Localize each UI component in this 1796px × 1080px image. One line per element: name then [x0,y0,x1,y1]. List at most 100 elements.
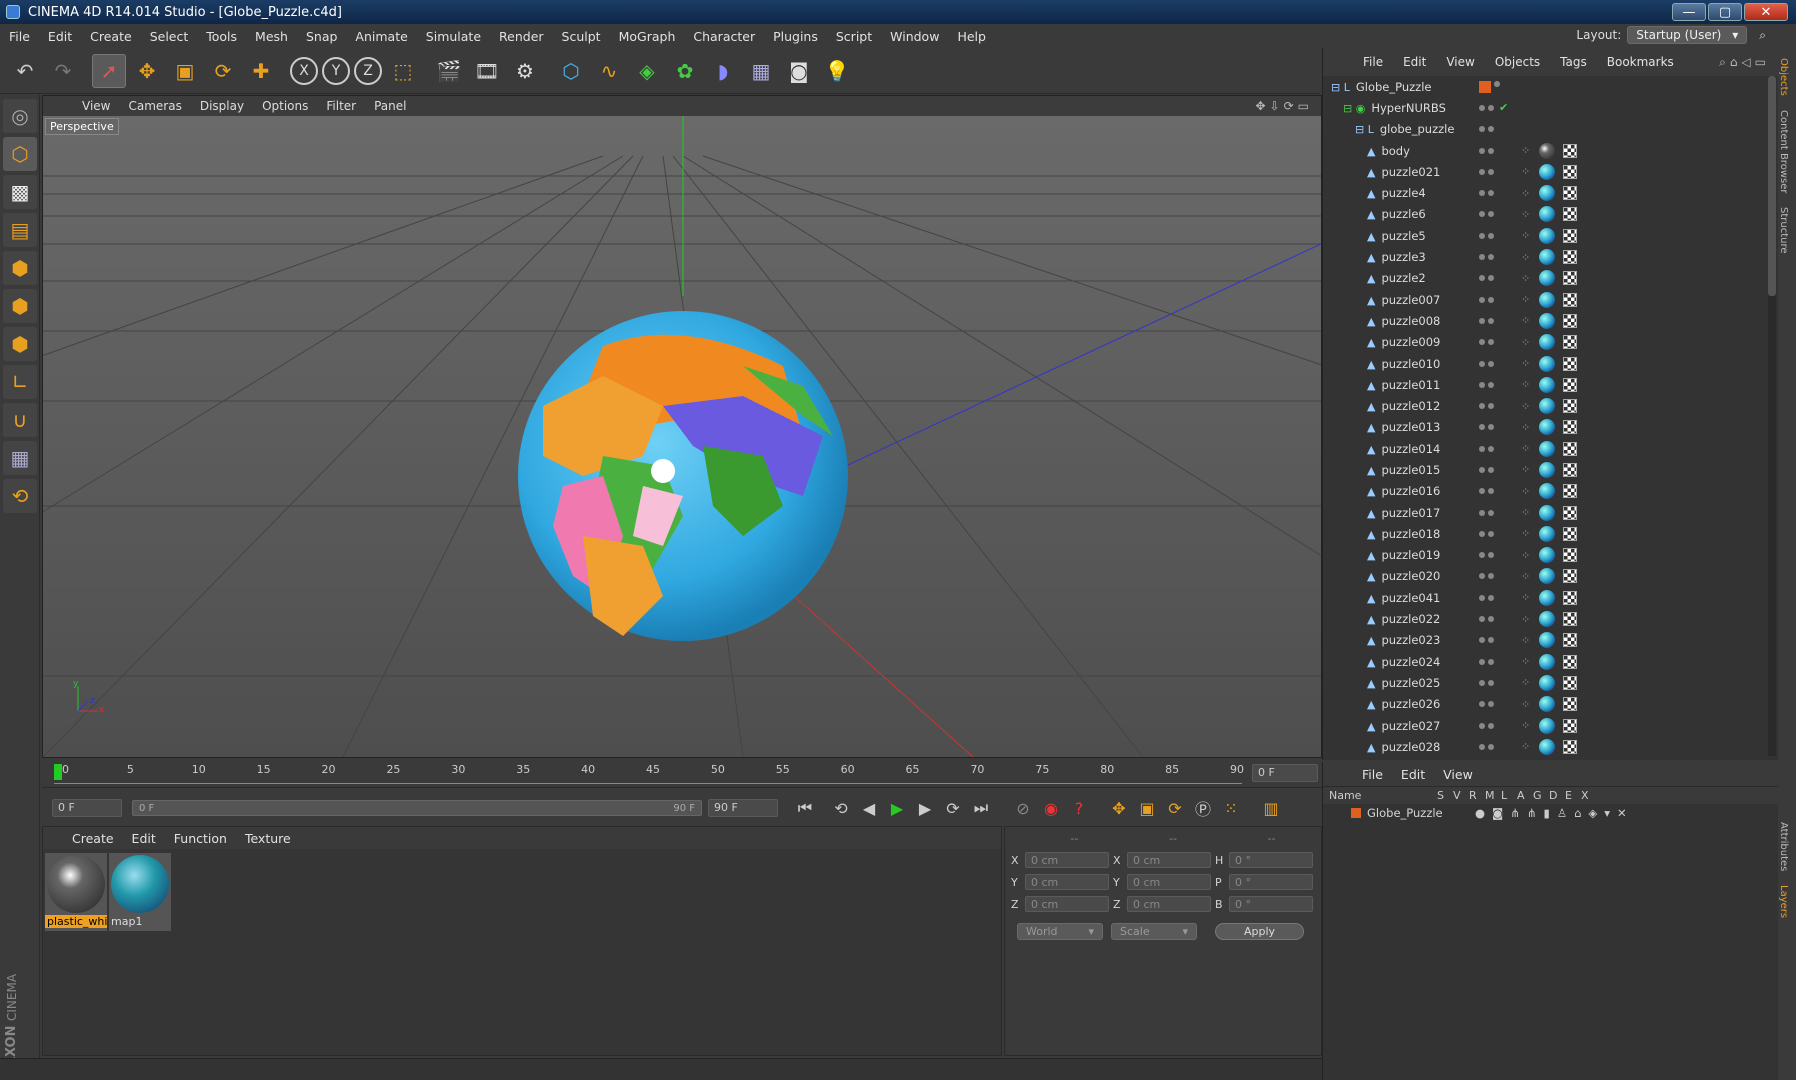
layer-column-header[interactable]: M [1485,789,1501,802]
vp-menu-filter[interactable]: Filter [317,99,365,113]
object-row[interactable]: ▲ puzzle012 ⁘ [1331,395,1778,416]
next-key-icon[interactable]: ⟳ [940,795,966,821]
uvw-tag-icon[interactable] [1563,548,1577,563]
menu-script[interactable]: Script [827,29,881,44]
material-tag-icon[interactable] [1539,355,1555,372]
timeline-window-icon[interactable]: ▥ [1258,795,1284,821]
visibility-dots[interactable] [1479,381,1494,388]
snap-icon[interactable]: ⟲ [3,479,37,513]
phong-tag-icon[interactable]: ⁘ [1521,336,1530,349]
material-tag-icon[interactable] [1539,376,1555,393]
object-row[interactable]: ▲ puzzle015 ⁘ [1331,459,1778,480]
visibility-dots[interactable] [1479,573,1494,580]
visibility-dots[interactable] [1479,211,1494,218]
material-tag-icon[interactable] [1539,632,1555,649]
key-position-icon[interactable]: ✥ [1106,795,1132,821]
record-icon[interactable]: ◉ [1038,795,1064,821]
coord-value-field[interactable]: 0 cm [1025,874,1109,890]
object-row[interactable]: ▲ puzzle025 ⁘ [1331,672,1778,693]
obj-menu-view[interactable]: View [1436,55,1484,69]
y-axis-icon[interactable]: Y [322,56,350,85]
maximize-button[interactable]: ▢ [1708,3,1742,21]
uvw-tag-icon[interactable] [1563,143,1577,158]
material-swatch[interactable]: plastic_whi [45,853,107,931]
phong-tag-icon[interactable]: ⁘ [1521,442,1530,455]
layer-menu-file[interactable]: File [1353,767,1392,782]
visibility-dots[interactable] [1479,530,1494,537]
uvw-tag-icon[interactable] [1563,505,1577,520]
material-tag-icon[interactable] [1539,717,1555,734]
object-row[interactable]: ▲ puzzle3 ⁘ [1331,246,1778,267]
camera-icon[interactable]: ◙ [782,54,816,88]
phong-tag-icon[interactable]: ⁘ [1521,463,1530,476]
layer-column-header[interactable]: V [1453,789,1469,802]
uvw-tag-icon[interactable] [1563,675,1577,690]
phong-tag-icon[interactable]: ⁘ [1521,251,1530,264]
layer-flags[interactable]: ●◙⋔⋔▮♙⌂◈▾✕ [1475,806,1634,820]
coord-value-field[interactable]: 0 cm [1127,896,1211,912]
coord-value-field[interactable]: 0 cm [1025,896,1109,912]
edges-mode-icon[interactable]: ⬢ [3,289,37,323]
layer-row[interactable]: Globe_Puzzle ●◙⋔⋔▮♙⌂◈▾✕ [1323,804,1778,822]
object-row[interactable]: ▲ puzzle018 ⁘ [1331,523,1778,544]
visibility-dots[interactable] [1479,509,1494,516]
layer-column-header[interactable]: A [1517,789,1533,802]
coord-value-field[interactable]: 0 ° [1229,852,1313,868]
uvw-tag-icon[interactable] [1563,313,1577,328]
layer-menu-view[interactable]: View [1434,767,1482,782]
uvw-tag-icon[interactable] [1563,356,1577,371]
previous-frame-icon[interactable]: ◀ [856,795,882,821]
nurbs-icon[interactable]: ◈ [630,54,664,88]
material-tag-icon[interactable] [1539,568,1555,585]
material-tag-icon[interactable] [1539,270,1555,287]
visibility-dots[interactable] [1479,147,1494,154]
object-row[interactable]: ▲ puzzle008 ⁘ [1331,310,1778,331]
phong-tag-icon[interactable]: ⁘ [1521,634,1530,647]
range-slider[interactable]: 0 F 90 F [132,800,702,816]
uvw-tag-icon[interactable] [1563,526,1577,541]
edit-render-settings-icon[interactable]: ⚙ [508,54,542,88]
search-icon[interactable]: ⌕ [1759,28,1766,43]
layer-column-header[interactable]: Name [1323,789,1437,802]
previous-key-icon[interactable]: ⟲ [828,795,854,821]
visibility-dots[interactable] [1479,403,1494,410]
phong-tag-icon[interactable]: ⁘ [1521,591,1530,604]
phong-tag-icon[interactable]: ⁘ [1521,570,1530,583]
mat-menu-function[interactable]: Function [165,831,236,846]
add-icon[interactable]: ✚ [244,54,278,88]
object-row[interactable]: ▲ puzzle5 ⁘ [1331,225,1778,246]
object-row[interactable]: ▲ puzzle013 ⁘ [1331,417,1778,438]
uvw-tag-icon[interactable] [1563,484,1577,499]
object-row[interactable]: ▲ puzzle014 ⁘ [1331,438,1778,459]
visibility-dots[interactable] [1479,743,1494,750]
phong-tag-icon[interactable]: ⁘ [1521,719,1530,732]
object-row[interactable]: ⊟ L globe_puzzle [1331,119,1778,140]
layout-dropdown[interactable]: Startup (User) ▾ [1627,26,1748,44]
uvw-tag-icon[interactable] [1563,718,1577,733]
menu-file[interactable]: File [0,29,39,44]
visibility-dots[interactable] [1479,445,1494,452]
start-frame-field[interactable]: 0 F [52,799,122,817]
tab-attributes[interactable]: Attributes [1778,818,1789,875]
material-tag-icon[interactable] [1539,738,1555,755]
material-tag-icon[interactable] [1539,312,1555,329]
visibility-dots[interactable] [1479,679,1494,686]
obj-menu-objects[interactable]: Objects [1485,55,1550,69]
material-tag-icon[interactable] [1539,227,1555,244]
phong-tag-icon[interactable]: ⁘ [1521,527,1530,540]
uvw-tag-icon[interactable] [1563,186,1577,201]
material-tag-icon[interactable] [1539,249,1555,266]
menu-plugins[interactable]: Plugins [764,29,827,44]
obj-menu-bookmarks[interactable]: Bookmarks [1597,55,1684,69]
visibility-dots[interactable] [1479,190,1494,197]
visibility-dots[interactable] [1479,637,1494,644]
menu-mograph[interactable]: MoGraph [610,29,685,44]
visibility-dots[interactable] [1479,104,1494,111]
layer-column-header[interactable]: L [1501,789,1517,802]
texture-mode-icon[interactable]: ▩ [3,175,37,209]
layer-column-header[interactable]: G [1533,789,1549,802]
object-row[interactable]: ▲ puzzle020 ⁘ [1331,566,1778,587]
material-tag-icon[interactable] [1539,334,1555,351]
uvw-tag-icon[interactable] [1563,164,1577,179]
phong-tag-icon[interactable]: ⁘ [1521,208,1530,221]
